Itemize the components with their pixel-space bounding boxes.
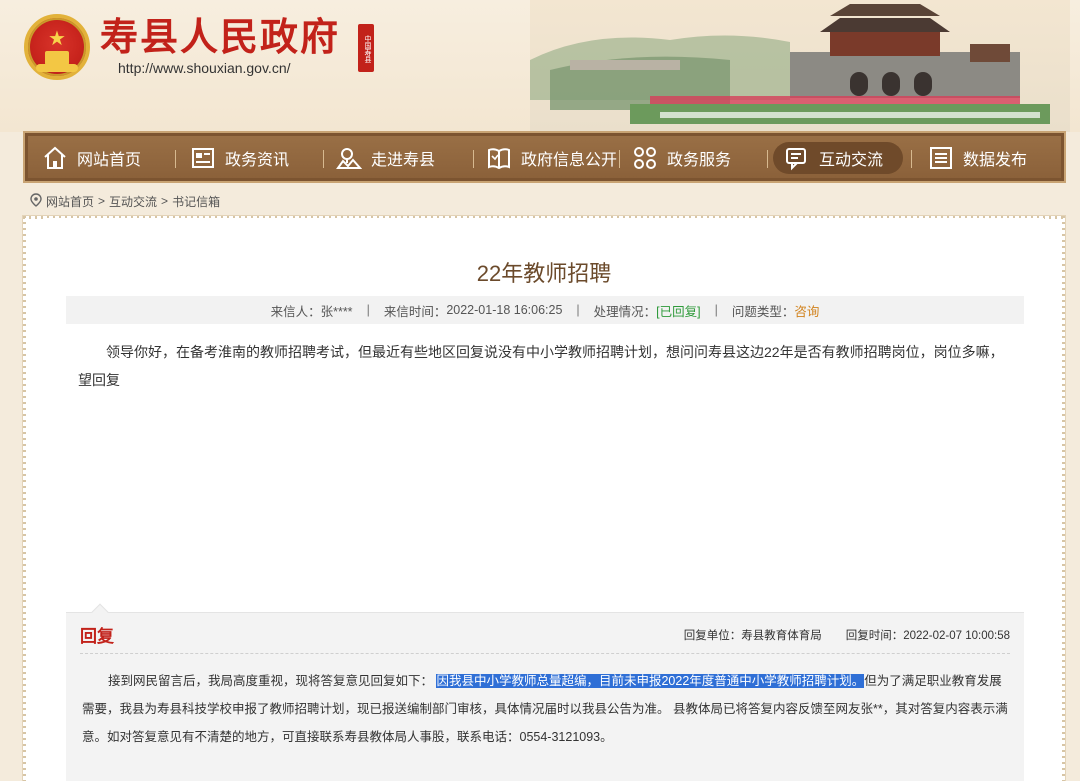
type-label: 问题类型： [731,304,795,319]
letter-meta-bar: 来信人： 张**** | 来信时间： 2022-01-18 16:06:25 |… [66,296,1024,324]
chat-icon [783,144,811,172]
grid-icon [631,144,659,172]
city-gate-banner-image [530,0,1070,132]
reply-unit-label: 回复单位： [683,630,742,642]
breadcrumb-mailbox-link[interactable]: 书记信箱 [172,193,220,210]
nav-item-about[interactable]: 走进寿县 [325,142,445,174]
status-label: 处理情况： [593,304,657,319]
nav-label: 政务服务 [667,152,732,169]
nav-item-interaction[interactable]: 互动交流 [773,142,903,174]
reply-time: 回复时间：2022-02-07 10:00:58 [846,627,1010,643]
date-label: 来信时间： [383,304,447,319]
nav-label: 网站首页 [77,152,142,169]
breadcrumb-home-link[interactable]: 网站首页 [46,193,94,210]
list-icon [927,144,955,172]
reply-time-label: 回复时间： [845,630,904,642]
nav-item-data[interactable]: 数据发布 [917,142,1037,174]
nav-divider [473,150,474,168]
nav-divider [619,150,620,168]
nav-label: 互动交流 [819,152,884,169]
meta-divider: | [366,303,370,317]
site-header: ★ 寿县人民政府 中国寿县 http://www.shouxian.gov.cn… [0,0,1080,132]
nav-item-services[interactable]: 政务服务 [621,142,741,174]
site-url: http://www.shouxian.gov.cn/ [118,60,291,76]
seal-stamp: 中国寿县 [358,24,374,72]
map-pin-icon [335,144,363,172]
letter-body: 领导你好，在备考淮南的教师招聘考试，但最近有些地区回复说没有中小学教师招聘计划，… [78,344,1004,388]
nav-divider [767,150,768,168]
reply-divider [80,653,1010,654]
nav-label: 政府信息公开 [521,152,618,169]
breadcrumb-interaction-link[interactable]: 互动交流 [109,193,157,210]
reply-body-intro: 接到网民留言后，我局高度重视，现将答复意见回复如下： [108,674,437,688]
main-nav: 网站首页 政务资讯 走进寿县 政府信息公开 政务服务 互动交流 数据发布 [23,131,1066,183]
status-badge: [已回复] [656,304,701,319]
nav-item-gov-info[interactable]: 政府信息公开 [475,142,627,174]
nav-divider [175,150,176,168]
book-icon [485,144,513,172]
meta-divider: | [714,303,718,317]
reply-body: 接到网民留言后，我局高度重视，现将答复意见回复如下： 因我县中小学教师总量超编，… [82,667,1012,751]
meta-divider: | [576,303,580,317]
sender-value: 张**** [320,304,353,319]
home-icon [41,144,69,172]
reply-notch [91,603,109,621]
nav-divider [911,150,912,168]
reply-time-value: 2022-02-07 10:00:58 [903,630,1010,642]
letter-title: 22年教师招聘 [476,261,612,286]
breadcrumb: 网站首页 > 互动交流 > 书记信箱 [30,192,220,210]
reply-unit: 回复单位：寿县教育体育局 [684,627,822,643]
nav-item-news[interactable]: 政务资讯 [179,142,299,174]
fret-border-right [1062,216,1065,781]
nav-item-home[interactable]: 网站首页 [31,142,151,174]
nav-label: 政务资讯 [225,152,290,169]
sender-label: 来信人： [270,304,321,319]
national-emblem-logo[interactable]: ★ [24,14,90,80]
location-pin-icon [30,192,42,210]
breadcrumb-separator: > [98,194,106,208]
nav-label: 数据发布 [963,152,1028,169]
reply-meta: 回复单位：寿县教育体育局 回复时间：2022-02-07 10:00:58 [684,627,1010,643]
nav-label: 走进寿县 [371,152,436,169]
reply-unit-value: 寿县教育体育局 [741,630,822,642]
type-value: 咨询 [794,304,820,319]
reply-title: 回复 [80,627,114,646]
breadcrumb-separator: > [161,194,169,208]
site-title[interactable]: 寿县人民政府 [100,14,340,60]
fret-border-left [23,216,26,781]
date-value: 2022-01-18 16:06:25 [446,303,563,317]
letter-detail: 22年教师招聘 来信人： 张**** | 来信时间： 2022-01-18 16… [44,218,1044,781]
reply-body-selected-text[interactable]: 因我县中小学教师总量超编，目前未申报2022年度普通中小学教师招聘计划。 [436,674,865,688]
nav-divider [323,150,324,168]
news-icon [189,144,217,172]
reply-section: 回复 回复单位：寿县教育体育局 回复时间：2022-02-07 10:00:58… [66,603,1024,781]
